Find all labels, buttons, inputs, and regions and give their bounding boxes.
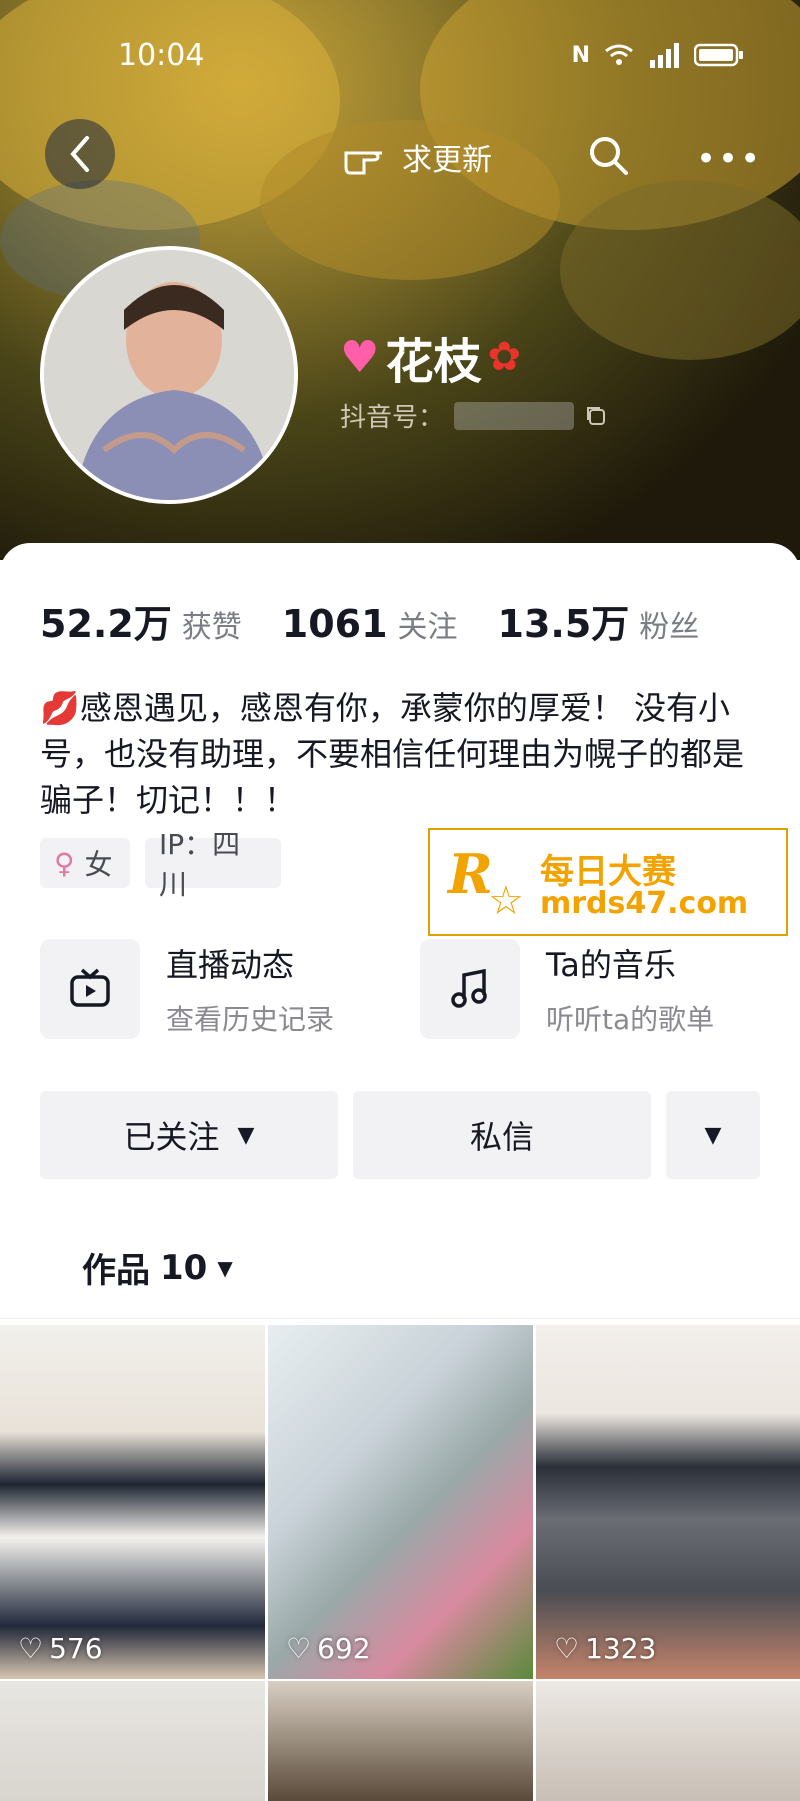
caret-down-icon: ▼ [237,1122,255,1148]
caret-down-icon: ▼ [217,1255,233,1280]
battery-icon [694,43,743,67]
chevron-left-icon [70,136,89,172]
douyin-id-label: 抖音号： [340,403,445,433]
top-navigation: 求更新 ••• [0,115,800,195]
douyin-id: 抖音号： [340,397,608,434]
music-icon-box [420,939,520,1039]
pointing-hand-icon [344,151,382,175]
heart-outline-icon: ♡ [18,1632,44,1665]
music-note-icon [451,968,487,1008]
divider [0,1318,800,1319]
video-thumbnail[interactable]: ♡ 576 [0,1325,265,1679]
lips-emoji-icon: 💋 [40,689,80,727]
tv-icon-box [40,939,140,1039]
signal-icon [650,43,679,68]
video-thumbnail[interactable]: ♡ 692 [268,1325,533,1679]
video-thumbnail[interactable] [536,1681,800,1801]
gender-tag: ♀ 女 [40,838,130,888]
likes-label: 获赞 [181,610,242,645]
bio: 💋感恩遇见，感恩有你，承蒙你的厚爱！ 没有小号，也没有助理，不要相信任何理由为幌… [40,685,760,823]
status-bar: 10:04 N [0,38,800,78]
avatar[interactable] [40,246,298,504]
live-history-title: 直播动态 [166,946,295,984]
live-history-entry[interactable]: 直播动态 查看历史记录 [40,939,334,1039]
followers-label: 粉丝 [639,610,700,645]
video-likes: ♡ 1323 [554,1632,656,1665]
tab-works[interactable]: 作品 10 ▼ [82,1243,233,1292]
music-entry[interactable]: Ta的音乐 听听ta的歌单 [420,939,714,1039]
avatar-image [44,250,294,500]
copy-icon[interactable] [584,404,608,428]
message-button[interactable]: 私信 [353,1091,651,1179]
video-thumbnail[interactable] [268,1681,533,1801]
more-actions-button[interactable]: ▼ [666,1091,760,1179]
video-thumbnail[interactable] [0,1681,265,1801]
profile-name-text: 花枝 [385,334,482,390]
video-likes-count: 1323 [585,1632,657,1665]
caret-down-icon: ▼ [704,1122,722,1148]
video-likes-count: 576 [49,1632,103,1665]
video-likes: ♡ 692 [286,1632,371,1665]
following-count[interactable]: 1061 [282,602,388,646]
douyin-id-value-blurred [454,401,575,430]
ip-tag: IP：四川 [145,828,281,901]
watermark-ad: R ☆ 每日大赛 mrds47.com [428,828,788,936]
ad-logo: R [448,842,493,906]
stats-row: 52.2万 获赞 1061 关注 13.5万 粉丝 [40,593,739,648]
profile-card: 52.2万 获赞 1061 关注 13.5万 粉丝 💋感恩遇见，感恩有你，承蒙你… [0,543,800,1801]
works-label: 作品 [82,1251,150,1291]
live-history-subtitle: 查看历史记录 [166,1003,335,1036]
star-icon: ☆ [488,878,524,924]
followed-label: 已关注 [123,1118,220,1156]
gender-text: 女 [84,848,113,881]
more-options-icon[interactable]: ••• [696,139,762,179]
following-label: 关注 [397,610,458,645]
video-thumbnail[interactable]: ♡ 1323 [536,1325,800,1679]
request-update-button[interactable]: 求更新 [342,135,492,179]
ad-line2: mrds47.com [540,886,749,921]
profile-name: ♥ 花枝 ✿ [340,322,521,392]
ip-text: IP：四川 [159,828,241,901]
status-time: 10:04 [118,38,205,73]
tv-icon [70,968,110,1007]
nfc-icon: N [571,42,590,68]
followers-count[interactable]: 13.5万 [498,593,630,648]
message-label: 私信 [469,1118,534,1156]
music-subtitle: 听听ta的歌单 [546,1003,715,1036]
back-button[interactable] [45,119,115,189]
heart-outline-icon: ♡ [286,1632,312,1665]
hibiscus-emoji-icon: ✿ [487,334,521,380]
likes-count[interactable]: 52.2万 [40,593,172,648]
video-likes-count: 692 [317,1632,371,1665]
search-icon[interactable] [586,133,630,177]
heart-outline-icon: ♡ [554,1632,580,1665]
works-count: 10 [160,1247,208,1288]
wifi-icon [605,44,633,65]
music-title: Ta的音乐 [546,946,676,984]
followed-button[interactable]: 已关注 ▼ [40,1091,338,1179]
bio-text: 感恩遇见，感恩有你，承蒙你的厚爱！ 没有小号，也没有助理，不要相信任何理由为幌子… [40,689,745,819]
heart-emoji-icon: ♥ [340,331,380,383]
request-update-label: 求更新 [402,143,492,178]
female-symbol-icon: ♀ [54,846,75,880]
video-likes: ♡ 576 [18,1632,103,1665]
